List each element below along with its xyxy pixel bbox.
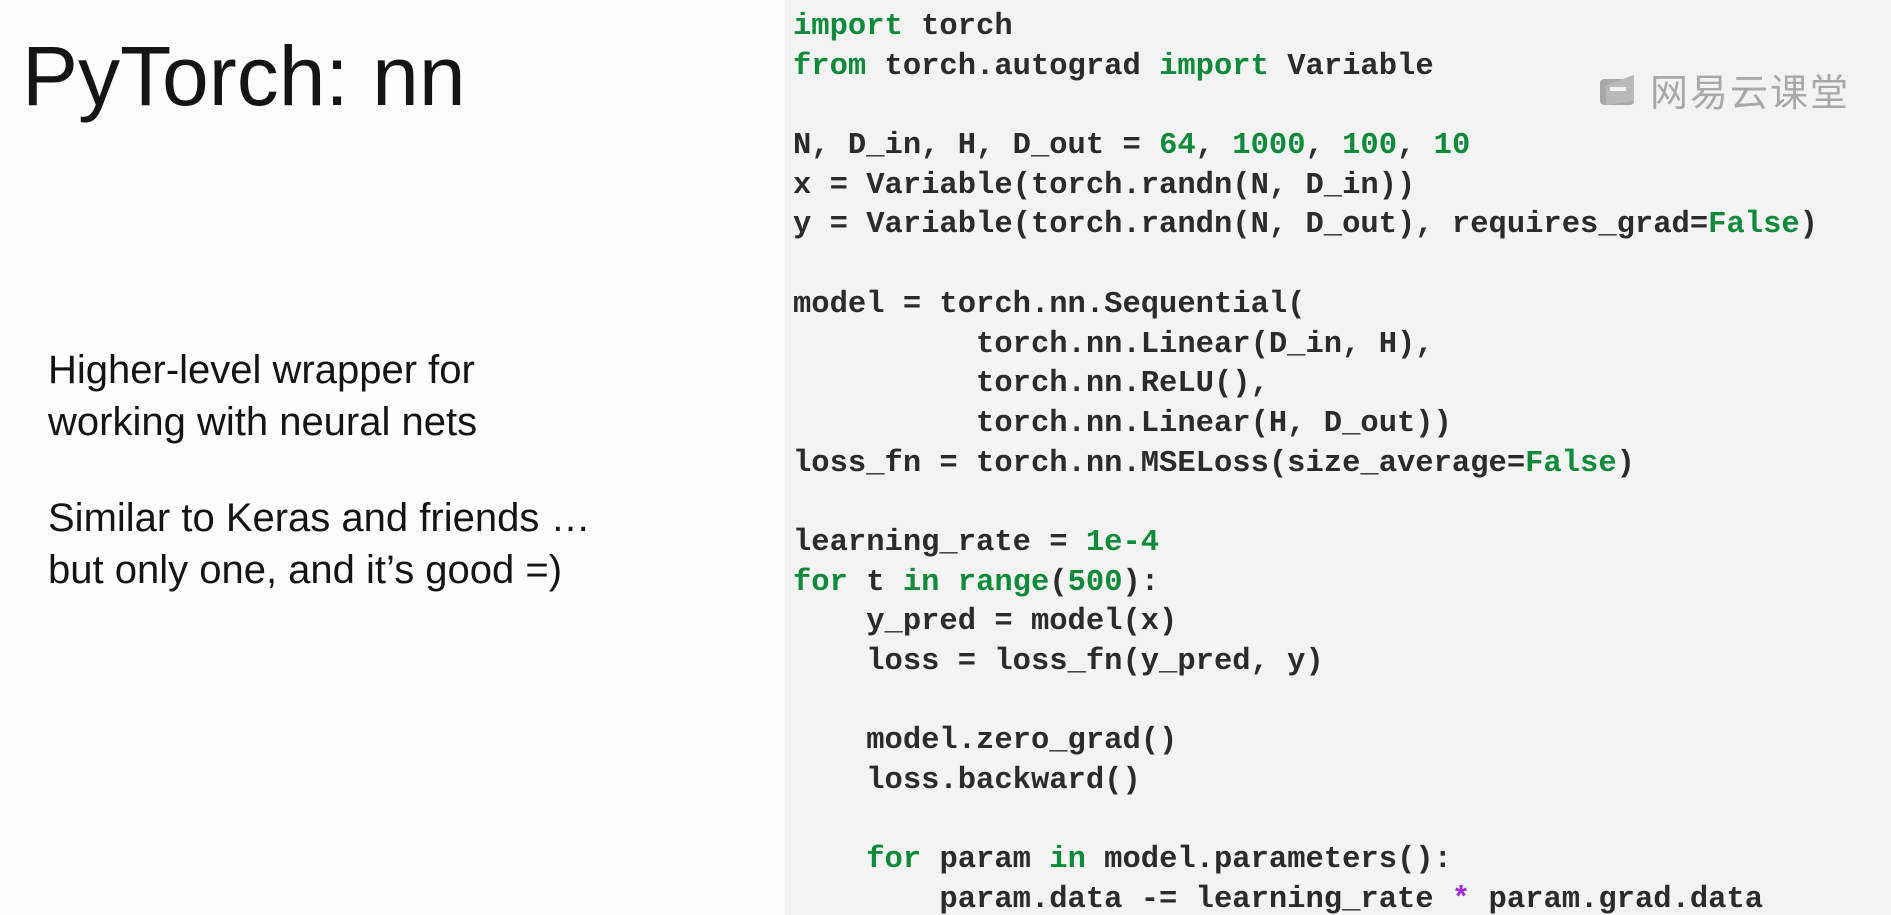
code-panel: import torch from torch.autograd import V… [785,0,1891,915]
code-number: 1e-4 [1085,525,1160,560]
code-text: torch.nn.Linear(D_in, H), [793,327,1434,362]
code-number: 10 [1433,129,1471,164]
code-line: loss_fn = torch.nn.MSELoss(size_average=… [793,445,1818,485]
code-text: model.zero_grad() [793,724,1178,759]
code-operator: * [1451,883,1471,915]
code-text: param [921,843,1050,878]
netease-cloud-classroom-logo-icon [1600,74,1634,105]
code-text: N, D_in, H, D_out = [793,129,1160,164]
code-keyword: import [793,10,903,44]
code-keyword: from [793,49,867,84]
code-keyword: for [793,565,848,600]
code-line: y = Variable(torch.randn(N, D_out), requ… [793,206,1818,246]
code-line: learning_rate = 1e-4 [793,524,1818,564]
code-line: y_pred = model(x) [793,603,1818,643]
code-text: param.grad.data [1470,883,1764,915]
code-text: torch.nn.Linear(H, D_out)) [793,406,1452,441]
code-keyword: in [902,565,940,600]
code-text: y_pred = model(x) [793,605,1178,640]
bullet-block: Higher-level wrapper for working with ne… [48,344,748,448]
code-number: 500 [1067,565,1123,600]
code-text: y = Variable(torch.randn(N, D_out), requ… [793,208,1709,243]
code-text: param.data -= learning_rate [793,883,1452,915]
code-keyword: False [1525,446,1617,481]
code-line: loss = loss_fn(y_pred, y) [793,643,1818,683]
code-number: 100 [1342,129,1398,164]
code-line: loss.backward() [793,762,1818,802]
code-keyword: import [1159,49,1269,84]
code-text: , [1397,129,1434,164]
code-text: loss_fn = torch.nn.MSELoss(size_average= [793,446,1526,481]
code-number: 64 [1159,129,1196,164]
code-text: torch [902,10,1013,44]
code-text: loss.backward() [793,764,1141,799]
code-text: loss = loss_fn(y_pred, y) [793,645,1324,679]
bullet-line: Higher-level wrapper for [48,348,475,392]
code-text: ): [1122,565,1160,600]
code-line: x = Variable(torch.randn(N, D_in)) [793,167,1818,207]
code-keyword: for [866,843,922,878]
code-text: t [847,565,903,600]
code-text: x = Variable(torch.randn(N, D_in)) [793,168,1416,203]
code-keyword: False [1708,208,1800,243]
code-line: N, D_in, H, D_out = 64, 1000, 100, 10 [793,127,1818,167]
bullet-line: but only one, and it’s good =) [48,548,563,592]
bullet-line: working with neural nets [48,400,478,444]
code-text: torch.nn.ReLU(), [793,367,1269,402]
code-text: , [1305,129,1343,164]
code-line: torch.nn.Linear(H, D_out)) [793,405,1818,445]
code-text: ( [1049,565,1068,600]
code-text: , [1195,129,1233,164]
code-number: 1000 [1232,129,1306,164]
code-line: for t in range(500): [793,564,1818,604]
code-line: import torch [793,8,1818,48]
slide: PyTorch: nn Higher-level wrapper for wor… [0,0,1891,915]
code-line: model.zero_grad() [793,722,1818,762]
code-text: ) [1799,208,1818,243]
slide-title: PyTorch: nn [22,29,466,123]
code-line: param.data -= learning_rate * param.grad… [793,881,1818,915]
slide-body: Higher-level wrapper for working with ne… [48,344,748,640]
code-block: import torch from torch.autograd import V… [793,8,1818,915]
code-line: torch.nn.Linear(D_in, H), [793,326,1818,366]
watermark-text: 网易云课堂 [1650,71,1851,115]
code-text: model = torch.nn.Sequential( [793,287,1306,322]
code-line: torch.nn.ReLU(), [793,365,1818,405]
code-text: learning_rate = [793,525,1086,560]
bullet-block: Similar to Keras and friends … but only … [48,492,748,596]
code-text: ) [1616,446,1635,481]
code-text: Variable [1268,49,1434,84]
code-keyword: in [1049,843,1086,878]
code-line: model = torch.nn.Sequential( [793,286,1818,326]
code-text: torch.autograd [866,49,1160,84]
bullet-line: Similar to Keras and friends … [48,496,591,540]
watermark: 网易云课堂 [1598,62,1850,117]
code-keyword: range [957,565,1050,600]
code-text: model.parameters(): [1085,843,1452,878]
code-line: for param in model.parameters(): [793,841,1818,881]
